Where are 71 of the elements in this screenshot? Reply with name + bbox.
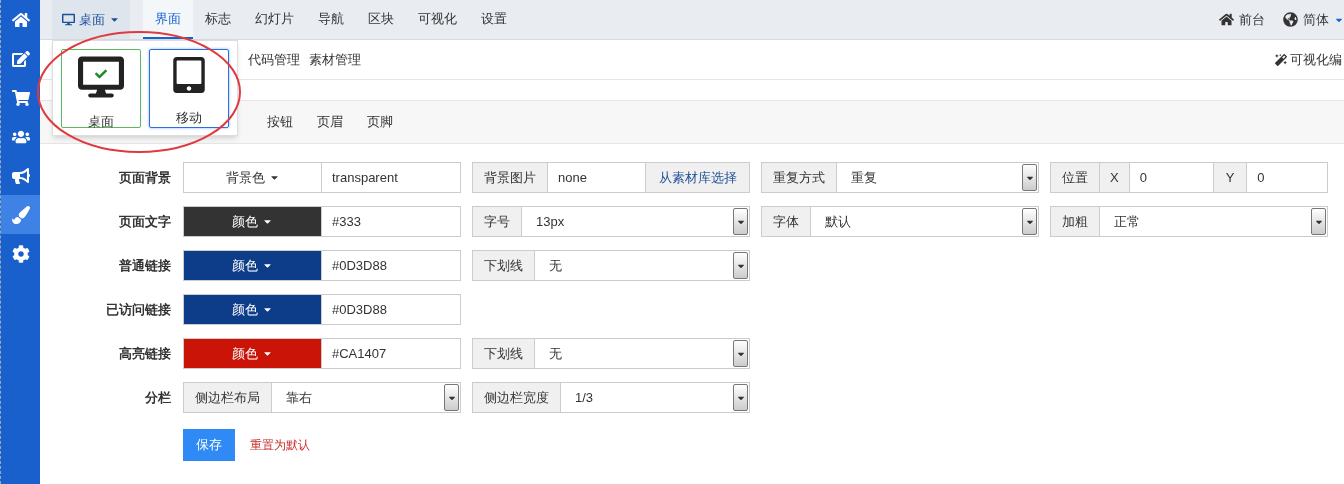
input-addon: 下划线 [472,250,535,281]
monitor-check-icon [78,56,124,98]
device-option[interactable]: 移动 [149,49,229,128]
color-picker-button[interactable]: 颜色 [183,250,322,281]
input-field[interactable]: 0 [1247,162,1328,193]
field-label: 页面背景 [118,168,171,187]
color-picker-button[interactable]: 颜色 [183,338,322,369]
field-label: 普通链接 [118,256,171,275]
input-addon: 下划线 [472,338,535,369]
select-field[interactable]: 1/3 [561,382,750,413]
section-tab[interactable]: 页眉 [317,112,343,132]
device-option[interactable]: 桌面 [61,49,141,128]
frontend-link[interactable]: 前台 [1219,9,1265,30]
select-field[interactable]: 正常 [1100,206,1328,237]
input-field[interactable]: transparent [322,162,461,193]
visual-edit-link[interactable]: 可视化编 [1275,49,1342,70]
input-field[interactable]: none [548,162,646,193]
input-field[interactable]: #0D3D88 [322,294,461,325]
reset-link[interactable]: 重置为默认 [250,436,310,454]
input-addon: 重复方式 [761,162,837,193]
select-field[interactable]: 重复 [837,162,1039,193]
nav-tab[interactable]: 导航 [306,0,356,39]
input-addon: 字体 [761,206,811,237]
field-label: 页面文字 [118,212,171,231]
paintbrush-icon [11,205,30,224]
globe-icon [1283,12,1298,27]
input-addon: 加粗 [1050,206,1100,237]
monitor-icon [62,13,75,26]
edit-icon [11,49,30,68]
field-label: 高亮链接 [118,344,171,363]
input-field[interactable]: #0D3D88 [322,250,461,281]
input-addon: 侧边栏布局 [183,382,272,413]
language-link[interactable]: 简体 [1283,9,1344,30]
input-addon: 位置 [1050,162,1100,193]
sub-nav-link[interactable]: 代码管理 [248,49,300,70]
input-addon: 字号 [472,206,522,237]
magic-wand-icon [1275,53,1287,66]
field-label: 分栏 [144,388,171,407]
color-picker-button[interactable]: 颜色 [183,294,322,325]
cart-icon [11,88,30,107]
nav-tab[interactable]: 幻灯片 [243,0,306,39]
select-field[interactable]: 靠右 [272,382,461,413]
input-field[interactable]: #333 [322,206,461,237]
select-field[interactable]: 无 [535,338,750,369]
nav-tab[interactable]: 可视化 [406,0,469,39]
field-label: 已访问链接 [105,300,171,319]
section-tab[interactable]: 页脚 [367,112,393,132]
device-dropdown-button[interactable]: 桌面 [52,0,130,39]
input-field[interactable]: #CA1407 [322,338,461,369]
input-addon: X [1100,162,1130,193]
select-field[interactable]: 13px [522,206,750,237]
color-picker-button[interactable]: 颜色 [183,206,322,237]
input-field[interactable]: 0 [1129,162,1214,193]
home-icon [11,10,30,29]
input-addon: 背景图片 [472,162,548,193]
section-tab[interactable]: 按钮 [267,112,293,132]
nav-tab[interactable]: 标志 [193,0,243,39]
input-addon: Y [1213,162,1248,193]
sub-nav-link[interactable]: 素材管理 [309,49,361,70]
nav-tab[interactable]: 区块 [356,0,406,39]
home-icon [1219,12,1234,27]
library-select-button[interactable]: 从素材库选择 [646,162,750,193]
sidebar-item[interactable] [1,195,40,234]
input-addon: 侧边栏宽度 [472,382,561,413]
select-field[interactable]: 默认 [811,206,1039,237]
megaphone-icon [11,166,30,185]
nav-tab[interactable]: 设置 [469,0,519,39]
select-field[interactable]: 无 [535,250,750,281]
nav-tab[interactable]: 界面 [143,0,193,39]
color-picker-button[interactable]: 背景色 [183,162,322,193]
settings-icon [11,244,30,263]
